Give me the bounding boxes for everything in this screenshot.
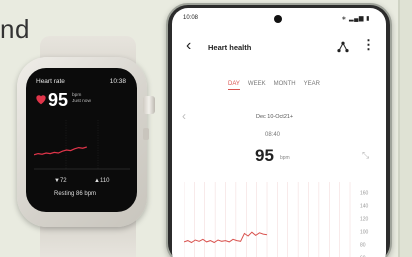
- tab-year[interactable]: YEAR: [304, 81, 320, 90]
- watch-heart-rate-chart: [34, 120, 130, 170]
- watch-heart-rate-line: [34, 146, 87, 156]
- product-banner: nd Heart rate 10:38 95 bpm Just now ▼72 …: [0, 0, 412, 257]
- heart-rate-unit: bpm: [280, 155, 290, 161]
- watch-min-heart-rate: ▼72: [54, 178, 67, 184]
- front-camera: [274, 15, 282, 23]
- y-tick-label: 80: [360, 243, 366, 249]
- heart-icon: [36, 95, 46, 105]
- tab-week[interactable]: WEEK: [248, 81, 266, 90]
- status-bar-time: 10:08: [183, 15, 199, 21]
- watch-app-title: Heart rate: [36, 78, 65, 85]
- watch-side-button: [143, 128, 149, 140]
- watch-heart-rate-value: 95: [48, 90, 69, 110]
- heart-rate-value: 95: [255, 146, 274, 165]
- watch-time: 10:38: [109, 78, 126, 85]
- more-options-icon[interactable]: ⋮: [362, 38, 375, 52]
- y-tick-label: 140: [360, 204, 369, 210]
- status-bar-icons: ∗ ▂▄▆ ▮: [341, 16, 370, 22]
- period-tabs: DAY WEEK MONTH YEAR: [228, 81, 320, 90]
- heart-rate-chart: 1601401201008060: [184, 182, 369, 257]
- phone-screen: 10:08 ∗ ▂▄▆ ▮ ‹ Heart health ⋮ DAY WEEK …: [172, 8, 386, 257]
- watch-max-heart-rate: ▲110: [94, 178, 110, 184]
- previous-period-icon[interactable]: ‹: [182, 109, 186, 123]
- reading-time: 08:40: [265, 132, 281, 138]
- watch-crown: [143, 96, 155, 114]
- page-title: Heart health: [208, 43, 252, 52]
- tab-month[interactable]: MONTH: [274, 81, 296, 90]
- y-tick-label: 120: [360, 217, 369, 223]
- share-icon[interactable]: [337, 41, 349, 53]
- next-panel-edge: [398, 0, 412, 257]
- banner-heading-fragment: nd: [0, 14, 30, 44]
- back-arrow-icon[interactable]: ‹: [186, 38, 191, 54]
- watch-resting-heart-rate: Resting 86 bpm: [54, 191, 97, 197]
- tab-day[interactable]: DAY: [228, 81, 240, 90]
- date-range: Dec 10-Oct21+: [256, 114, 294, 120]
- y-tick-label: 100: [360, 230, 369, 236]
- watch-heart-rate-unit: bpm Just now: [72, 93, 91, 104]
- expand-icon[interactable]: ⤡: [362, 150, 369, 161]
- watch-screen: Heart rate 10:38 95 bpm Just now ▼72 ▲11…: [26, 68, 137, 212]
- y-tick-label: 160: [360, 191, 369, 197]
